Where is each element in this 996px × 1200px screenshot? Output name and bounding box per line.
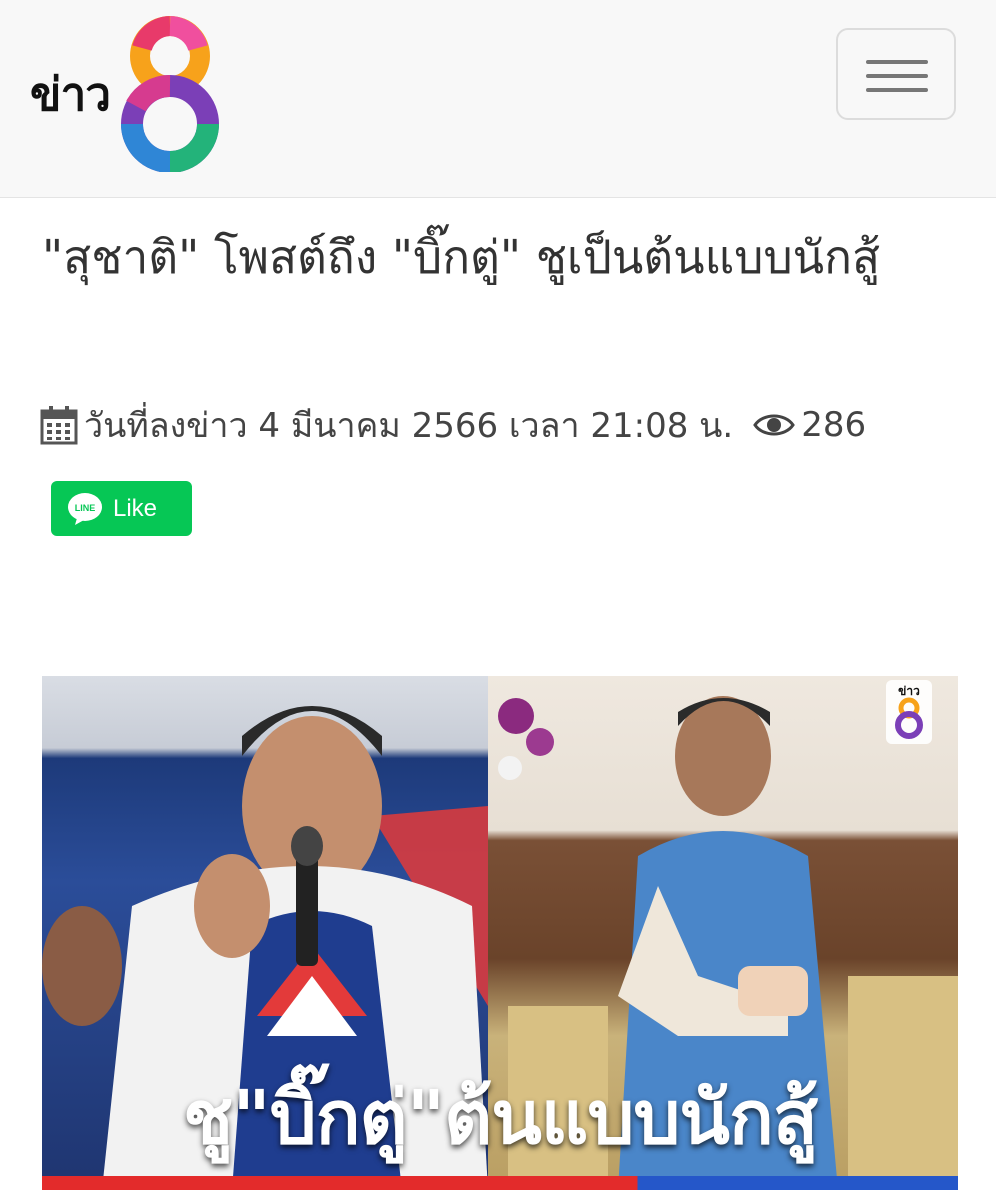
- hamburger-menu-icon: [866, 60, 928, 92]
- line-icon: LINE: [68, 492, 102, 525]
- line-like-button[interactable]: LINE Like: [51, 481, 192, 536]
- article-title: "สุชาติ" โพสต์ถึง "บิ๊กตู่" ชูเป็นต้นแบบ…: [42, 230, 881, 284]
- site-header: ข่าว: [0, 0, 996, 198]
- menu-toggle-button[interactable]: [836, 28, 956, 120]
- calendar-icon: [40, 406, 78, 445]
- svg-text:LINE: LINE: [75, 503, 96, 513]
- like-label: Like: [113, 494, 158, 522]
- publish-date: วันที่ลงข่าว 4 มีนาคม 2566 เวลา 21:08 น.: [84, 406, 734, 446]
- eye-icon: [753, 414, 795, 436]
- channel8-logo-icon: [121, 16, 219, 172]
- article-meta: วันที่ลงข่าว 4 มีนาคม 2566 เวลา 21:08 น.…: [40, 400, 866, 450]
- logo-text: ข่าว: [30, 67, 111, 121]
- article-cover-image: ข่าว ชู"บิ๊กตู่"ต้นแบบนักสู้: [42, 676, 958, 1190]
- channel8-watermark: ข่าว: [886, 680, 932, 744]
- site-logo[interactable]: ข่าว: [30, 14, 230, 174]
- image-caption: ชู"บิ๊กตู่"ต้นแบบนักสู้: [182, 1075, 818, 1161]
- view-count: 286: [801, 405, 867, 445]
- caption-color-bar: [42, 1176, 958, 1190]
